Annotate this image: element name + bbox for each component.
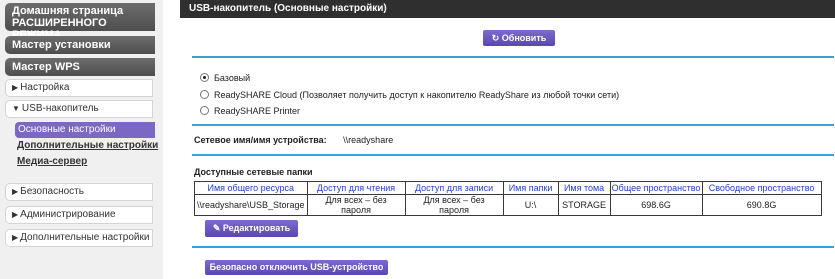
pencil-icon: ✎ <box>212 223 221 233</box>
mode-cloud-label: ReadySHARE Cloud (Позволяет получить дос… <box>214 90 620 100</box>
nav-setup-wizard-label: Мастер установки <box>12 39 111 51</box>
total-space-cell: 698.6G <box>609 194 703 216</box>
table-row: \\readyshare\USB_Storage Для всех – без … <box>194 194 822 216</box>
shares-table: Имя общего ресурса Доступ для чтения Дос… <box>194 181 822 216</box>
nav-advanced-home[interactable]: Домашняя страница РАСШИРЕННОГО РЕЖИМА <box>5 3 155 41</box>
nav-advanced-home-line1: Домашняя страница <box>12 5 124 17</box>
column-header: Имя папки <box>502 181 559 195</box>
nav-media-server-label: Медиа-сервер <box>17 156 88 167</box>
safely-remove-usb-button-label: Безопасно отключить USB-устройство <box>209 262 384 272</box>
nav-media-server[interactable]: Медиа-сервер <box>17 155 87 169</box>
page-title: USB-накопитель (Основные настройки) <box>180 0 835 18</box>
nav-usb-advanced[interactable]: Дополнительные настройки <box>17 139 158 153</box>
divider <box>192 246 834 248</box>
mode-basic-option[interactable]: Базовый <box>200 72 250 84</box>
divider <box>192 56 834 58</box>
nav-advanced-setup-label: Дополнительные настройки <box>20 232 150 243</box>
nav-usb-advanced-label: Дополнительные настройки <box>17 140 159 151</box>
column-header: Доступ для чтения <box>306 181 406 195</box>
radio-button-checked[interactable] <box>200 73 209 82</box>
shares-header-row: Имя общего ресурса Доступ для чтения Дос… <box>194 181 822 195</box>
shares-title: Доступные сетевые папки <box>194 167 313 177</box>
share-name-cell: \\readyshare\USB_Storage <box>194 194 308 216</box>
device-name-label: Сетевое имя/имя устройства: <box>194 135 327 145</box>
column-header: Имя общего ресурса <box>194 181 308 195</box>
volume-name-cell: STORAGE <box>557 194 611 216</box>
nav-security[interactable]: ▶ Безопасность <box>5 183 153 201</box>
device-name-value: \\readyshare <box>343 135 394 145</box>
edit-button[interactable]: ✎ Редактировать <box>205 220 298 237</box>
nav-administration[interactable]: ▶ Администрирование <box>5 206 153 224</box>
sidebar: Домашняя страница РАСШИРЕННОГО РЕЖИМА Ма… <box>0 0 163 279</box>
nav-usb-basic[interactable]: Основные настройки <box>15 122 155 138</box>
chevron-right-icon: ▶ <box>12 210 19 219</box>
free-space-cell: 690.8G <box>701 194 822 216</box>
column-header: Имя тома <box>557 181 611 195</box>
refresh-button[interactable]: ↻ Обновить <box>483 30 555 46</box>
nav-security-label: Безопасность <box>20 186 84 197</box>
divider <box>192 154 834 156</box>
chevron-down-icon: ▼ <box>12 104 20 113</box>
nav-setup-label: Настройка <box>20 82 70 93</box>
nav-setup[interactable]: ▶ Настройка <box>5 79 153 97</box>
mode-basic-label: Базовый <box>214 73 251 83</box>
chevron-right-icon: ▶ <box>12 233 19 242</box>
nav-administration-label: Администрирование <box>20 209 116 220</box>
nav-usb-storage[interactable]: ▼ USB-накопитель <box>5 100 153 118</box>
radio-button[interactable] <box>200 106 209 115</box>
chevron-right-icon: ▶ <box>12 83 19 92</box>
mode-printer-label: ReadySHARE Printer <box>214 106 301 116</box>
radio-button[interactable] <box>200 90 209 99</box>
edit-button-label: Редактировать <box>222 223 291 233</box>
safely-remove-usb-button[interactable]: Безопасно отключить USB-устройство <box>205 260 388 275</box>
refresh-button-label: Обновить <box>501 33 547 43</box>
read-access-cell: Для всех – без пароля <box>306 194 406 216</box>
nav-usb-storage-label: USB-накопитель <box>21 103 99 114</box>
nav-advanced-setup[interactable]: ▶ Дополнительные настройки <box>5 229 153 247</box>
refresh-icon: ↻ <box>491 33 500 43</box>
column-header: Свободное пространство <box>701 181 822 195</box>
column-header: Общее пространство <box>609 181 703 195</box>
main-panel: USB-накопитель (Основные настройки) ↻ Об… <box>180 0 835 279</box>
write-access-cell: Для всех – без пароля <box>404 194 504 216</box>
divider <box>192 124 834 126</box>
device-name-row: Сетевое имя/имя устройства: \\readyshare <box>194 135 393 145</box>
folder-name-cell: U:\ <box>502 194 559 216</box>
mode-printer-option[interactable]: ReadySHARE Printer <box>200 105 300 117</box>
column-header: Доступ для записи <box>404 181 504 195</box>
nav-setup-wizard[interactable]: Мастер установки <box>5 36 155 54</box>
nav-wps-wizard[interactable]: Мастер WPS <box>5 58 155 76</box>
chevron-right-icon: ▶ <box>12 187 19 196</box>
nav-usb-basic-label: Основные настройки <box>18 124 116 135</box>
nav-wps-wizard-label: Мастер WPS <box>12 61 80 73</box>
mode-cloud-option[interactable]: ReadySHARE Cloud (Позволяет получить дос… <box>200 89 619 101</box>
